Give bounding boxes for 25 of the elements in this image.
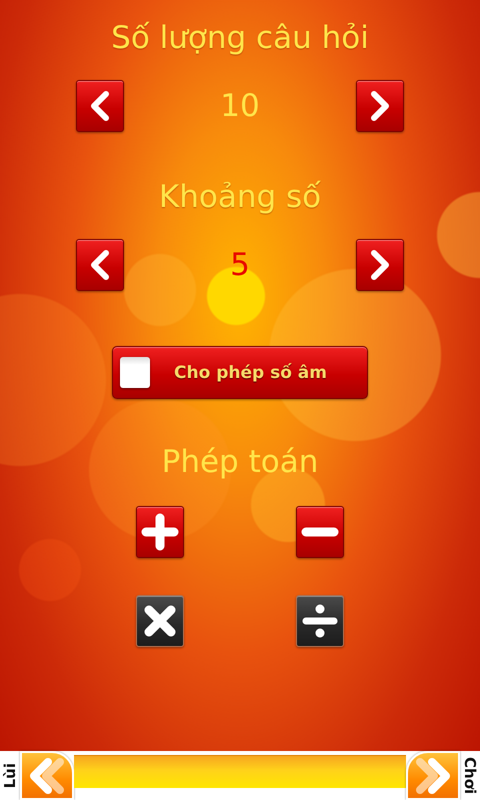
decrease-button[interactable] — [76, 239, 124, 291]
minus-icon — [301, 527, 339, 537]
play-button[interactable] — [406, 751, 460, 800]
multiply-toggle[interactable] — [136, 595, 184, 647]
setting-value: 10 — [220, 88, 260, 124]
checkbox[interactable] — [120, 357, 150, 388]
section-title: Phép toán — [160, 443, 320, 482]
back-label: Lùi — [1, 762, 19, 788]
back-button[interactable] — [20, 751, 74, 800]
divide-toggle[interactable] — [296, 595, 344, 647]
increase-button[interactable] — [356, 80, 404, 132]
decrease-button[interactable] — [76, 80, 124, 132]
chevron-right-icon — [368, 250, 391, 280]
chevron-right-icon — [368, 91, 391, 121]
increase-button[interactable] — [356, 239, 404, 291]
chevron-left-icon — [89, 250, 111, 280]
add-toggle[interactable] — [136, 506, 184, 558]
plus-icon — [140, 512, 180, 552]
setting-title: Số lượng câu hỏi — [110, 19, 370, 58]
chevron-left-icon — [89, 91, 111, 121]
play-label: Chơi — [461, 756, 479, 794]
setting-value: 5 — [230, 247, 250, 283]
negative-numbers-toggle[interactable]: Cho phép số âm — [112, 346, 368, 399]
subtract-toggle[interactable] — [296, 506, 344, 558]
setting-title: Khoảng số — [158, 178, 322, 217]
